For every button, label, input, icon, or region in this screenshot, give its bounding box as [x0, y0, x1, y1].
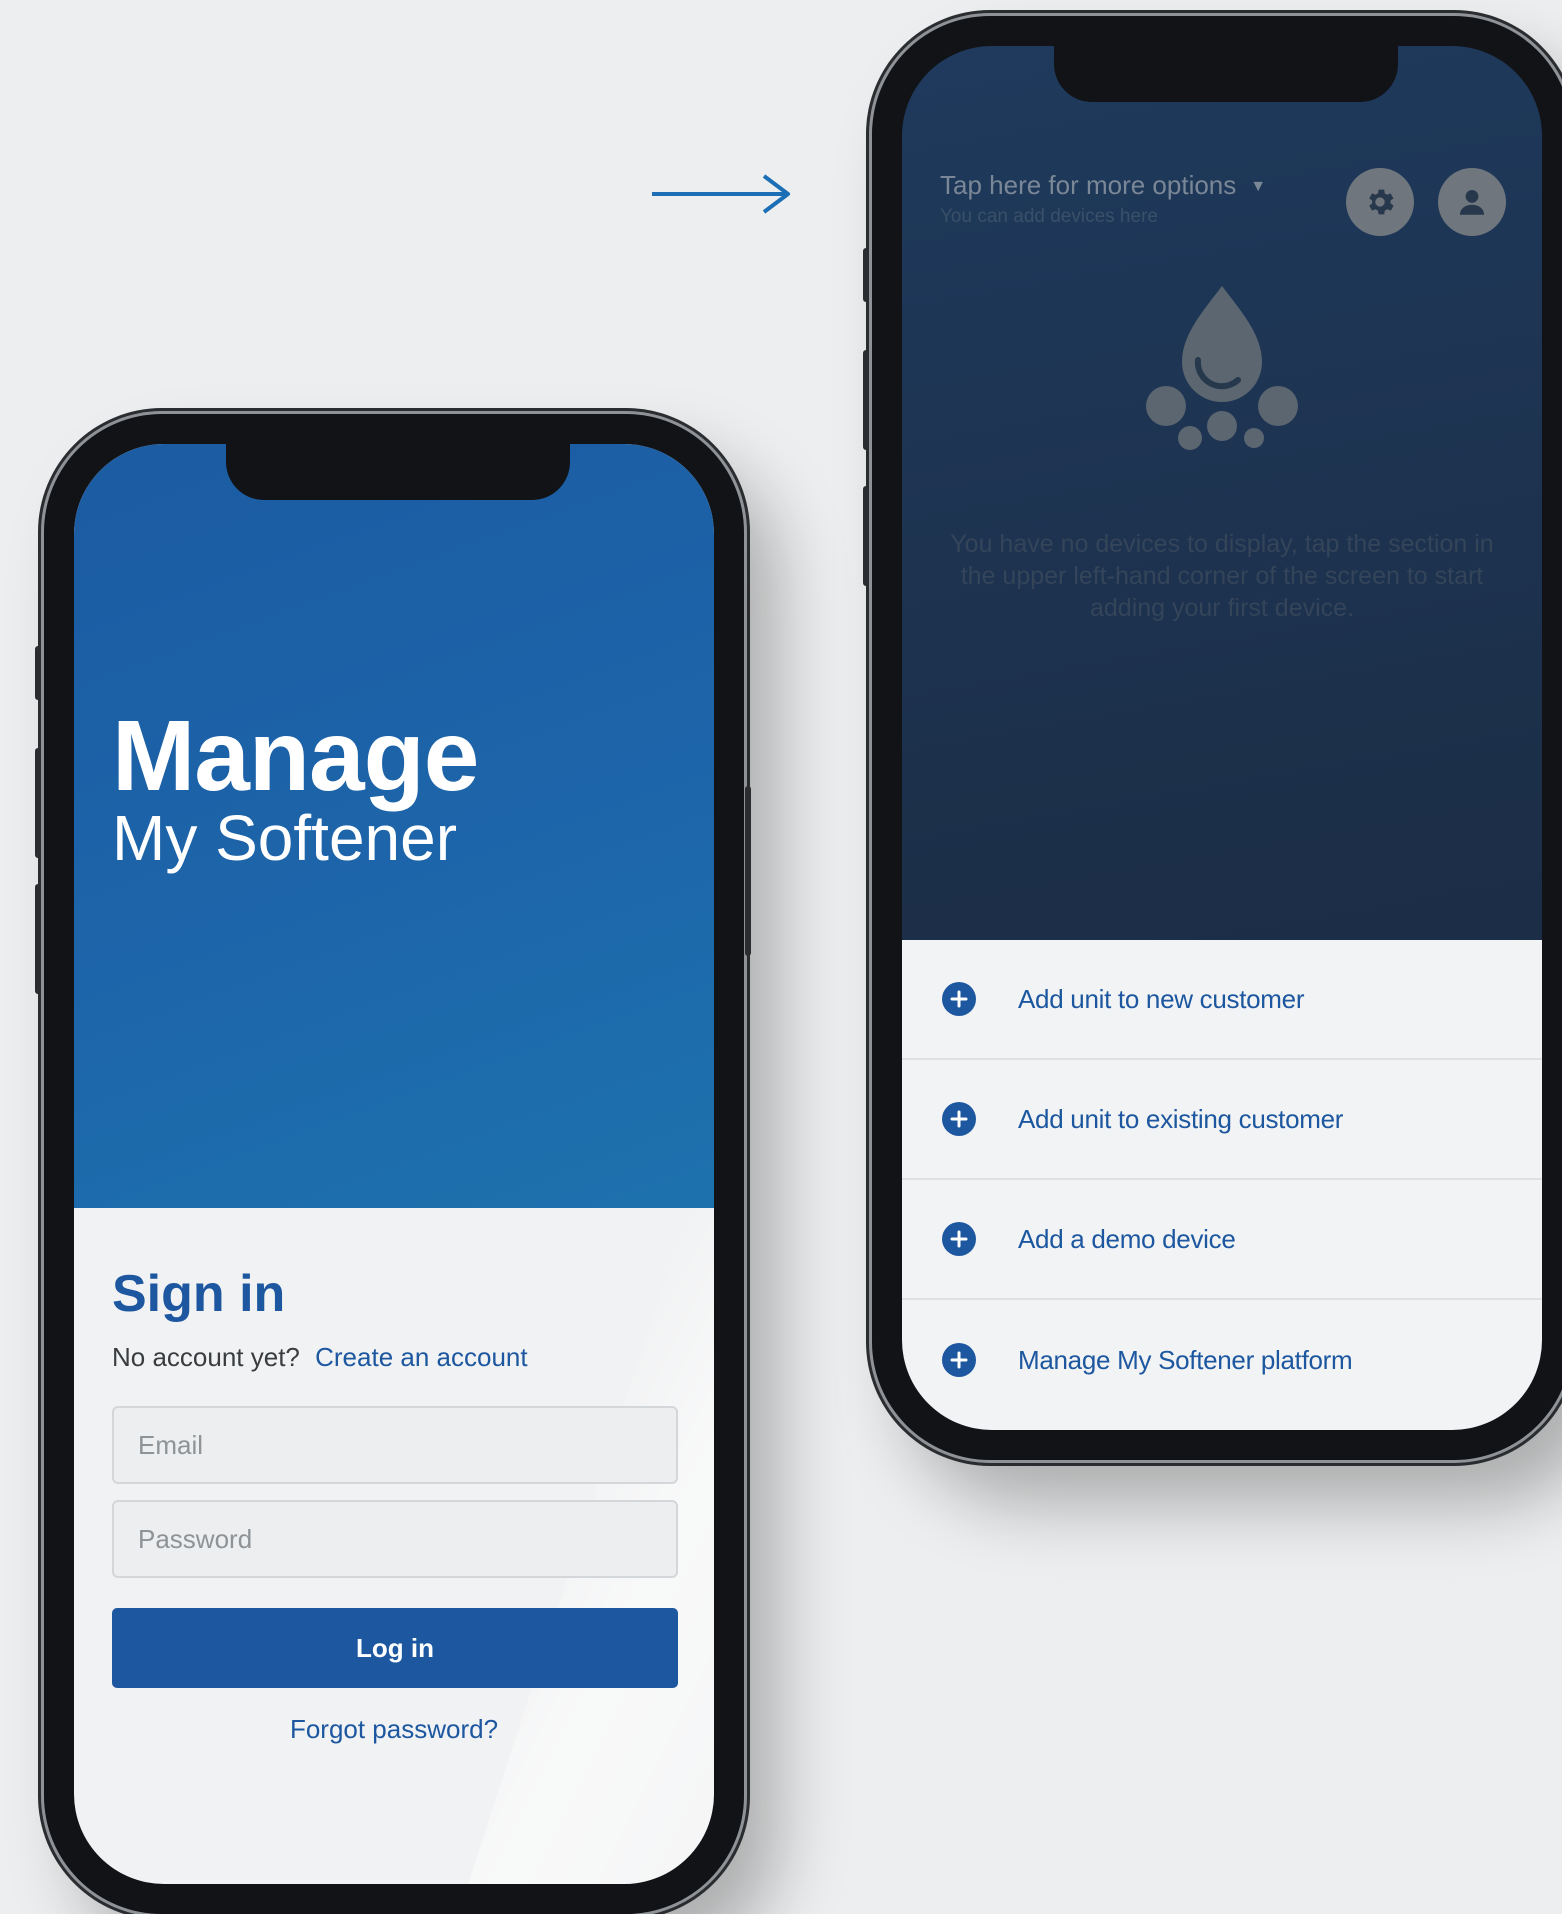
menu-item-add-unit-new-customer[interactable]: Add unit to new customer — [902, 940, 1542, 1060]
plus-circle-icon — [942, 982, 976, 1016]
phone-volume-up-button — [863, 350, 869, 450]
phone-notch — [226, 444, 570, 500]
phone-volume-down-button — [863, 486, 869, 586]
menu-item-label: Add a demo device — [1018, 1223, 1236, 1254]
caret-down-icon: ▼ — [1250, 178, 1267, 195]
gear-icon — [1369, 189, 1394, 215]
phone-devices: Tap here for more options ▼ You can add d… — [863, 16, 1562, 1460]
water-drop-logo-icon — [1146, 286, 1298, 450]
empty-state-message: You have no devices to display, tap the … — [950, 530, 1494, 622]
plus-circle-icon — [942, 1343, 976, 1377]
settings-button[interactable] — [1346, 168, 1414, 236]
menu-item-add-demo-device[interactable]: Add a demo device — [902, 1180, 1542, 1300]
email-field[interactable] — [112, 1406, 678, 1484]
user-icon — [1459, 189, 1485, 215]
profile-button[interactable] — [1438, 168, 1506, 236]
add-device-sheet: Add unit to new customer Add unit to exi… — [902, 940, 1542, 1430]
menu-item-manage-platform[interactable]: Manage My Softener platform — [902, 1300, 1542, 1420]
plus-circle-icon — [942, 1222, 976, 1256]
options-dropdown[interactable]: Tap here for more options ▼ — [940, 170, 1266, 201]
password-field[interactable] — [112, 1500, 678, 1578]
devices-screen: Tap here for more options ▼ You can add d… — [902, 46, 1542, 1430]
signin-screen: Manage My Softener Sign in No account ye… — [74, 444, 714, 1884]
menu-item-label: Manage My Softener platform — [1018, 1344, 1353, 1375]
phone-side-button — [35, 646, 41, 700]
options-subtitle: You can add devices here — [940, 206, 1158, 227]
menu-item-label: Add unit to new customer — [1018, 983, 1305, 1014]
signin-title: Sign in — [112, 1265, 286, 1323]
menu-item-label: Add unit to existing customer — [1018, 1103, 1344, 1134]
no-account-line: No account yet? Create an account — [112, 1342, 528, 1373]
phone-volume-up-button — [35, 748, 41, 858]
phone-volume-down-button — [35, 884, 41, 994]
no-account-text: No account yet? — [112, 1342, 300, 1372]
create-account-link[interactable]: Create an account — [315, 1342, 527, 1372]
arrow-right-icon — [652, 174, 790, 214]
forgot-password-link[interactable]: Forgot password? — [74, 1714, 714, 1745]
phone-notch — [1054, 46, 1398, 102]
plus-circle-icon — [942, 1102, 976, 1136]
brand-subtitle: My Softener — [112, 802, 458, 874]
phone-side-button — [863, 248, 869, 302]
menu-item-add-unit-existing-customer[interactable]: Add unit to existing customer — [902, 1060, 1542, 1180]
options-title: Tap here for more options — [940, 170, 1237, 200]
phone-signin: Manage My Softener Sign in No account ye… — [35, 414, 751, 1914]
brand-hero: Manage My Softener — [74, 444, 714, 1208]
login-button[interactable]: Log in — [112, 1608, 678, 1688]
phone-power-button — [745, 786, 751, 956]
brand-title: Manage — [112, 700, 479, 812]
